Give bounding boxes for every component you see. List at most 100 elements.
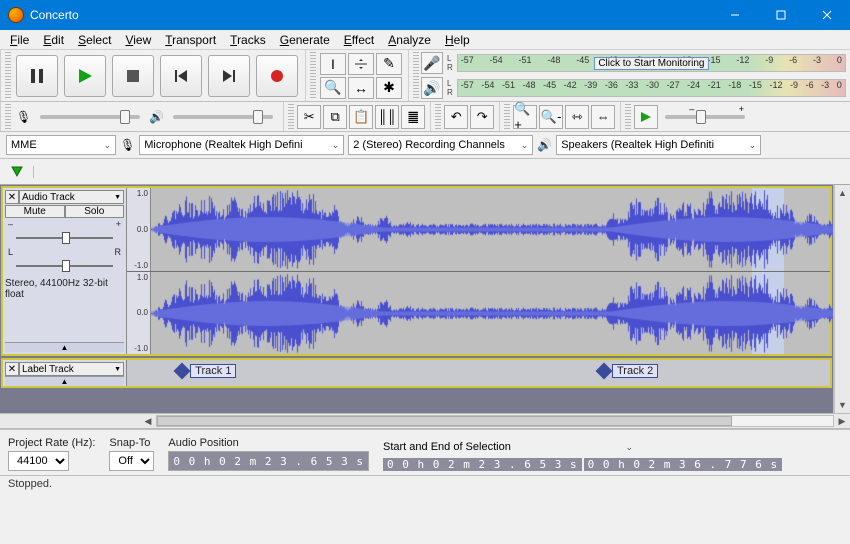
- menu-bar: FileEditSelectViewTransportTracksGenerat…: [0, 30, 850, 50]
- window-close-button[interactable]: [804, 0, 850, 30]
- label-track-close-button[interactable]: ✕: [5, 362, 19, 376]
- start-monitoring-overlay[interactable]: Click to Start Monitoring: [594, 57, 708, 70]
- audio-position-value[interactable]: 0 0 h 0 2 m 2 3 . 6 5 3 s: [168, 451, 369, 471]
- device-toolbar: MME⌄ 🎙 Microphone (Realtek High Defini⌄ …: [0, 132, 850, 159]
- menu-analyze[interactable]: Analyze: [382, 31, 437, 49]
- selection-toolbar: Project Rate (Hz): 44100 Snap-To Off Aud…: [0, 429, 850, 475]
- audio-track-panel: ✕ Audio Track Mute Solo –+ LR Stereo, 44…: [3, 188, 127, 354]
- skip-start-button[interactable]: [160, 55, 202, 97]
- waveform-right[interactable]: 1.00.0-1.0: [127, 272, 830, 355]
- edit-toolbar: ✂ ⧉ 📋 ║║ ䷀: [283, 102, 430, 131]
- paste-button[interactable]: 📋: [349, 105, 373, 129]
- menu-generate[interactable]: Generate: [274, 31, 336, 49]
- label-lane[interactable]: Track 1 Track 2: [127, 360, 830, 386]
- timeshift-tool-button[interactable]: ↔: [348, 77, 374, 99]
- project-rate-dropdown[interactable]: 44100: [8, 451, 69, 471]
- selection-tool-button[interactable]: I: [320, 53, 346, 75]
- status-bar: Stopped.: [0, 475, 850, 495]
- track-close-button[interactable]: ✕: [5, 190, 19, 204]
- timeline-pin-button[interactable]: [0, 166, 34, 178]
- mic-icon: 🎙: [13, 110, 34, 124]
- mixer-toolbar: 🎙 🔊: [0, 102, 283, 131]
- secondary-play-toolbar: – +: [620, 102, 755, 131]
- selection-mode-dropdown[interactable]: Start and End of Selection⌄: [383, 438, 633, 456]
- label-marker[interactable]: Track 1: [176, 364, 236, 378]
- label-text[interactable]: Track 2: [612, 364, 658, 378]
- vertical-scrollbar[interactable]: ▲ ▼: [834, 185, 850, 413]
- recording-channels-dropdown[interactable]: 2 (Stereo) Recording Channels⌄: [348, 135, 533, 155]
- label-handle-icon[interactable]: [174, 363, 191, 380]
- zoom-in-button[interactable]: 🔍+: [513, 105, 537, 129]
- stop-button[interactable]: [112, 55, 154, 97]
- skip-end-button[interactable]: [208, 55, 250, 97]
- zoom-out-button[interactable]: 🔍-: [539, 105, 563, 129]
- menu-edit[interactable]: Edit: [37, 31, 70, 49]
- playback-volume-slider[interactable]: [173, 115, 273, 119]
- status-text: Stopped.: [8, 478, 52, 490]
- menu-select[interactable]: Select: [72, 31, 117, 49]
- recording-device-dropdown[interactable]: Microphone (Realtek High Defini⌄: [139, 135, 344, 155]
- play-meter-speaker-icon[interactable]: 🔊: [421, 77, 443, 99]
- play-speed-slider[interactable]: – +: [665, 115, 745, 119]
- transport-toolbar: [0, 50, 305, 101]
- label-track-collapse-button[interactable]: ▲: [5, 376, 124, 386]
- envelope-tool-button[interactable]: [348, 53, 374, 75]
- fit-selection-button[interactable]: ⇿: [565, 105, 589, 129]
- label-track-name-dropdown[interactable]: Label Track: [19, 362, 124, 376]
- multi-tool-button[interactable]: ✱: [376, 77, 402, 99]
- menu-tracks[interactable]: Tracks: [224, 31, 272, 49]
- selection-start-value[interactable]: 0 0 h 0 2 m 2 3 . 6 5 3 s: [383, 458, 582, 471]
- copy-button[interactable]: ⧉: [323, 105, 347, 129]
- draw-tool-button[interactable]: ✎: [376, 53, 402, 75]
- fit-project-button[interactable]: ⇔: [591, 105, 615, 129]
- window-title: Concerto: [30, 8, 712, 22]
- zoom-tool-button[interactable]: 🔍: [320, 77, 346, 99]
- pause-button[interactable]: [16, 55, 58, 97]
- speaker-icon: 🔊: [146, 110, 167, 124]
- menu-effect[interactable]: Effect: [338, 31, 380, 49]
- selection-end-value[interactable]: 0 0 h 0 2 m 3 6 . 7 7 6 s: [584, 458, 783, 471]
- undo-toolbar: ↶ ↷: [430, 102, 499, 131]
- track-collapse-button[interactable]: ▲: [5, 342, 124, 352]
- app-icon: [8, 7, 24, 23]
- audio-position-label: Audio Position: [168, 437, 369, 449]
- trim-button[interactable]: ║║: [375, 105, 399, 129]
- audio-host-dropdown[interactable]: MME⌄: [6, 135, 116, 155]
- undo-button[interactable]: ↶: [444, 105, 468, 129]
- audio-track[interactable]: ✕ Audio Track Mute Solo –+ LR Stereo, 44…: [1, 186, 832, 356]
- label-handle-icon[interactable]: [596, 363, 613, 380]
- gain-slider[interactable]: [8, 232, 121, 244]
- menu-view[interactable]: View: [119, 31, 157, 49]
- label-text[interactable]: Track 1: [190, 364, 236, 378]
- rec-meter-mic-icon[interactable]: 🎤: [421, 52, 443, 74]
- pan-slider[interactable]: [8, 260, 121, 272]
- recording-volume-slider[interactable]: [40, 115, 140, 119]
- label-marker[interactable]: Track 2: [598, 364, 658, 378]
- playback-device-dropdown[interactable]: Speakers (Realtek High Definiti⌄: [556, 135, 761, 155]
- recording-meter[interactable]: -57-54-51-48-45-42-31-18-15-12-9-6-30 Cl…: [457, 54, 846, 72]
- play-button[interactable]: [64, 55, 106, 97]
- track-name-dropdown[interactable]: Audio Track: [19, 190, 124, 204]
- play-at-speed-button[interactable]: [634, 105, 658, 129]
- record-button[interactable]: [256, 55, 298, 97]
- menu-file[interactable]: File: [4, 31, 35, 49]
- label-track[interactable]: ✕ Label Track ▲ Track 1 Track 2: [1, 358, 832, 388]
- redo-button[interactable]: ↷: [470, 105, 494, 129]
- mic-icon: 🎙: [120, 138, 135, 152]
- window-minimize-button[interactable]: [712, 0, 758, 30]
- waveform-left[interactable]: 1.00.0-1.0: [127, 188, 830, 272]
- cut-button[interactable]: ✂: [297, 105, 321, 129]
- tracks-area: ✕ Audio Track Mute Solo –+ LR Stereo, 44…: [0, 185, 850, 413]
- track-info: Stereo, 44100Hz 32-bit float: [5, 275, 124, 300]
- horizontal-scrollbar[interactable]: ◀ ▶: [140, 414, 850, 428]
- snap-to-dropdown[interactable]: Off: [109, 451, 154, 471]
- playback-meter[interactable]: -57-54-51-48-45-42-39-36-33-30-27-24-21-…: [457, 79, 846, 97]
- window-maximize-button[interactable]: [758, 0, 804, 30]
- solo-button[interactable]: Solo: [65, 205, 125, 218]
- menu-transport[interactable]: Transport: [159, 31, 222, 49]
- meters-toolbar: 🎤 LR -57-54-51-48-45-42-31-18-15-12-9-6-…: [408, 50, 850, 101]
- menu-help[interactable]: Help: [439, 31, 476, 49]
- silence-button[interactable]: ䷀: [401, 105, 425, 129]
- timeline[interactable]: -1501530451:001:151:301:452:002:152:302:…: [0, 159, 850, 185]
- mute-button[interactable]: Mute: [5, 205, 65, 218]
